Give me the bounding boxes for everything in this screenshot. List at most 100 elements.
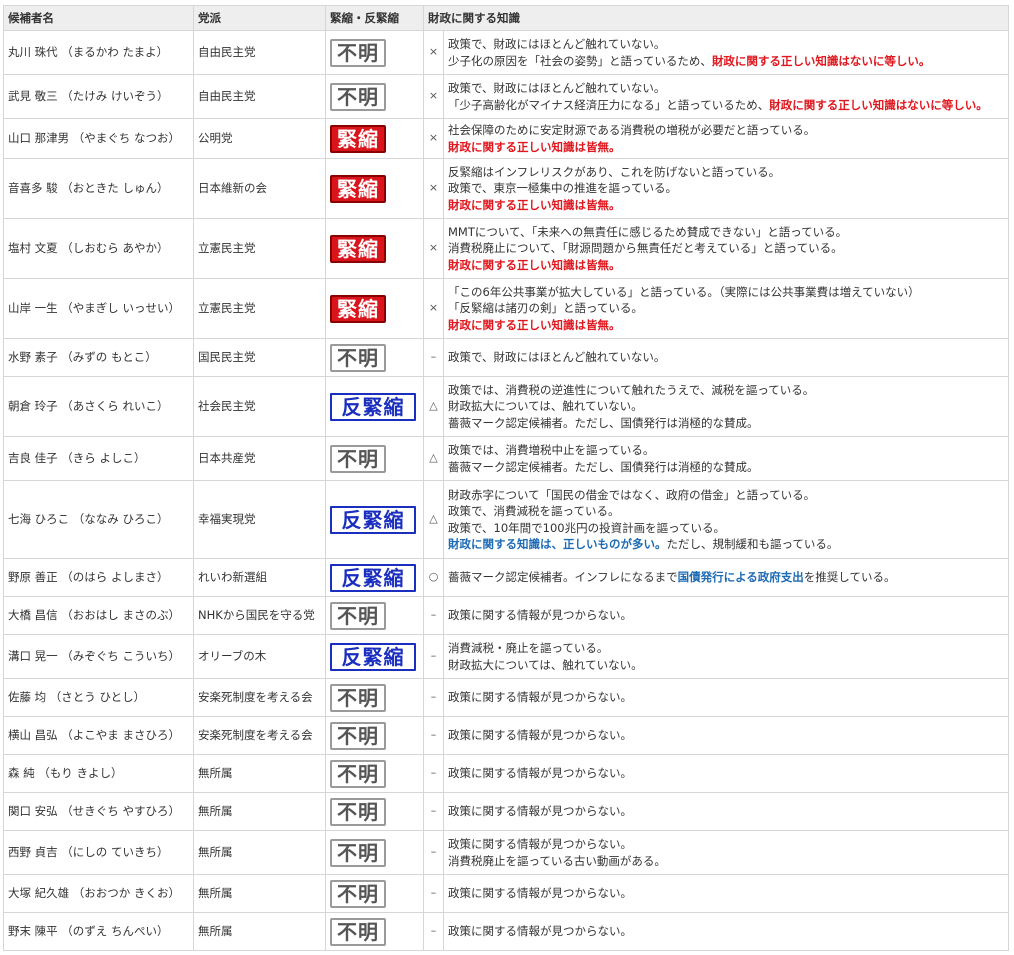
evaluation-mark: × <box>423 74 444 119</box>
description-line: 薔薇マーク認定候補者。インフレになるまで国債発行による政府支出を推奨している。 <box>448 569 1004 586</box>
stance-cell: 反緊縮 <box>325 558 424 597</box>
evaluation-mark: – <box>423 754 444 793</box>
candidate-name: 音喜多 駿 （おときた しゅん） <box>3 158 194 219</box>
description-line: 政策で、消費減税を謳っている。 <box>448 503 1004 520</box>
candidate-name: 横山 昌弘 （よこやま まさひろ） <box>3 716 194 755</box>
knowledge-description: 政策に関する情報が見つからない。 <box>443 792 1009 831</box>
knowledge-description: 政策に関する情報が見つからない。 <box>443 874 1009 913</box>
table-row: 関口 安弘 （せきぐち やすひろ） 無所属 不明 – 政策に関する情報が見つからない。 <box>3 792 1009 831</box>
description-line: 政策で、東京一極集中の推進を謳っている。 <box>448 180 1004 197</box>
evaluation-mark: – <box>423 338 444 377</box>
knowledge-description: 政策に関する情報が見つからない。消費税廃止を謳っている古い動画がある。 <box>443 830 1009 875</box>
description-line: 政策では、消費増税中止を謳っている。 <box>448 442 1004 459</box>
table-row: 野原 善正 （のはら よしまさ） れいわ新選組 反緊縮 ○ 薔薇マーク認定候補者。インフ… <box>3 558 1009 597</box>
description-line: 政策に関する情報が見つからない。 <box>448 607 1004 624</box>
knowledge-description: 政策に関する情報が見つからない。 <box>443 754 1009 793</box>
party-name: 社会民主党 <box>193 376 326 437</box>
description-line: 財政赤字について「国民の借金ではなく、政府の借金」と語っている。 <box>448 487 1004 504</box>
description-text: 財政赤字について「国民の借金ではなく、政府の借金」と語っている。 <box>448 487 816 502</box>
description-text: 政策に関する情報が見つからない。 <box>448 690 632 705</box>
candidate-name: 塩村 文夏 （しおむら あやか） <box>3 218 194 279</box>
table-body: 丸川 珠代 （まるかわ たまよ） 自由民主党 不明 × 政策で、財政にはほとんど触れてい… <box>3 30 1009 951</box>
description-text: 政策に関する情報が見つからない。 <box>448 766 632 781</box>
candidate-name: 森 純 （もり きよし） <box>3 754 194 793</box>
table-row: 山岸 一生 （やまぎし いっせい） 立憲民主党 緊縮 × 「この6年公共事業が拡大してい… <box>3 278 1009 339</box>
highlight-negative-text: 財政に関する正しい知識は皆無。 <box>448 197 621 212</box>
stance-badge-unknown: 不明 <box>330 838 386 867</box>
evaluation-mark: △ <box>423 436 444 481</box>
description-line: 少子化の原因を「社会の姿勢」と語っているため、財政に関する正しい知識はないに等し… <box>448 53 1004 70</box>
header-stance: 緊縮・反緊縮 <box>325 5 424 31</box>
party-name: 無所属 <box>193 792 326 831</box>
description-line: 政策で、財政にはほとんど触れていない。 <box>448 349 1004 366</box>
table-row: 吉良 佳子 （きら よしこ） 日本共産党 不明 △ 政策では、消費増税中止を謳っている。… <box>3 436 1009 481</box>
evaluation-mark: – <box>423 792 444 831</box>
header-party: 党派 <box>193 5 326 31</box>
stance-badge-unknown: 不明 <box>330 797 386 826</box>
table-row: 七海 ひろこ （ななみ ひろこ） 幸福実現党 反緊縮 △ 財政赤字について「国民の借金で… <box>3 480 1009 559</box>
description-text: 社会保障のために安定財源である消費税の増税が必要だと語っている。 <box>448 123 816 137</box>
candidate-name: 佐藤 均 （さとう ひとし） <box>3 678 194 717</box>
stance-badge-anti: 反緊縮 <box>330 563 416 592</box>
party-name: 国民民主党 <box>193 338 326 377</box>
stance-badge-unknown: 不明 <box>330 601 386 630</box>
description-line: 財政拡大については、触れていない。 <box>448 657 1004 674</box>
description-text: 政策に関する情報が見つからない。 <box>448 804 632 819</box>
party-name: 立憲民主党 <box>193 218 326 279</box>
stance-cell: 反緊縮 <box>325 634 424 679</box>
table-row: 佐藤 均 （さとう ひとし） 安楽死制度を考える会 不明 – 政策に関する情報が見つから… <box>3 678 1009 717</box>
candidate-name: 大橋 昌信 （おおはし まさのぶ） <box>3 596 194 635</box>
table-row: 森 純 （もり きよし） 無所属 不明 – 政策に関する情報が見つからない。 <box>3 754 1009 793</box>
description-line: 政策に関する情報が見つからない。 <box>448 885 1004 902</box>
knowledge-description: 「この6年公共事業が拡大している」と語っている。（実際には公共事業費は増えていな… <box>443 278 1009 339</box>
party-name: 無所属 <box>193 830 326 875</box>
stance-badge-anti: 反緊縮 <box>330 505 416 534</box>
party-name: 無所属 <box>193 912 326 951</box>
table-row: 野末 陳平 （のずえ ちんぺい） 無所属 不明 – 政策に関する情報が見つからない。 <box>3 912 1009 951</box>
description-line: 財政拡大については、触れていない。 <box>448 398 1004 415</box>
knowledge-description: 政策で、財政にはほとんど触れていない。「少子高齢化がマイナス経済圧力になる」と語… <box>443 74 1009 119</box>
evaluation-mark: – <box>423 678 444 717</box>
evaluation-mark: × <box>423 118 444 159</box>
knowledge-description: 政策で、財政にはほとんど触れていない。 少子化の原因を「社会の姿勢」と語っているた… <box>443 30 1009 75</box>
stance-badge-unknown: 不明 <box>330 82 386 111</box>
description-text: 政策で、財政にはほとんど触れていない。 <box>448 81 666 95</box>
knowledge-description: MMTについて、「未来への無責任に感じるため賛成できない」と語っている。 消費税廃… <box>443 218 1009 279</box>
description-line: 財政に関する正しい知識は皆無。 <box>448 197 1004 214</box>
description-text: 消費減税・廃止を謳っている。 <box>448 641 609 655</box>
party-name: 安楽死制度を考える会 <box>193 716 326 755</box>
stance-cell: 不明 <box>325 596 424 635</box>
table-row: 武見 敬三 （たけみ けいぞう） 自由民主党 不明 × 政策で、財政にはほとんど触れてい… <box>3 74 1009 119</box>
description-line: 反緊縮はインフレリスクがあり、これを防げないと語っている。 <box>448 164 1004 181</box>
description-line: 政策に関する情報が見つからない。 <box>448 836 1004 853</box>
knowledge-description: 社会保障のために安定財源である消費税の増税が必要だと語っている。 財政に関する正し… <box>443 118 1009 159</box>
stance-badge-tight: 緊縮 <box>330 294 386 323</box>
knowledge-description: 財政赤字について「国民の借金ではなく、政府の借金」と語っている。 政策で、消費減税… <box>443 480 1009 559</box>
stance-badge-unknown: 不明 <box>330 879 386 908</box>
party-name: 無所属 <box>193 874 326 913</box>
stance-cell: 不明 <box>325 716 424 755</box>
description-text: 消費税廃止を謳っている古い動画がある。 <box>448 853 666 868</box>
description-line: 政策に関する情報が見つからない。 <box>448 765 1004 782</box>
evaluation-mark: × <box>423 30 444 75</box>
table-row: 水野 素子 （みずの もとこ） 国民民主党 不明 – 政策で、財政にはほとんど触れていな… <box>3 338 1009 377</box>
knowledge-description: 薔薇マーク認定候補者。インフレになるまで国債発行による政府支出を推奨している。 <box>443 558 1009 597</box>
stance-badge-unknown: 不明 <box>330 38 386 67</box>
description-text: 政策に関する情報が見つからない。 <box>448 837 632 851</box>
candidate-name: 水野 素子 （みずの もとこ） <box>3 338 194 377</box>
stance-cell: 不明 <box>325 792 424 831</box>
description-text: 政策では、消費税の逆進性について触れたうえで、減税を謳っている。 <box>448 382 815 397</box>
description-line: 財政に関する正しい知識は皆無。 <box>448 257 1004 274</box>
party-name: 立憲民主党 <box>193 278 326 339</box>
table-header-row: 候補者名 党派 緊縮・反緊縮 財政に関する知識 <box>3 5 1009 31</box>
description-line: 消費税廃止について、「財源問題から無責任だと考えている」と語っている。 <box>448 240 1004 257</box>
table-row: 音喜多 駿 （おときた しゅん） 日本維新の会 緊縮 × 反緊縮はインフレリスクがあり、… <box>3 158 1009 219</box>
description-line: 消費減税・廃止を謳っている。 <box>448 640 1004 657</box>
candidate-name: 大塚 紀久雄 （おおつか きくお） <box>3 874 194 913</box>
evaluation-mark: – <box>423 634 444 679</box>
description-text: 「少子高齢化がマイナス経済圧力になる」と語っているため、 <box>448 97 770 112</box>
knowledge-description: 政策で、財政にはほとんど触れていない。 <box>443 338 1009 377</box>
stance-cell: 緊縮 <box>325 278 424 339</box>
stance-badge-anti: 反緊縮 <box>330 642 416 671</box>
knowledge-description: 政策では、消費増税中止を謳っている。 薔薇マーク認定候補者。ただし、国債発行は消極… <box>443 436 1009 481</box>
